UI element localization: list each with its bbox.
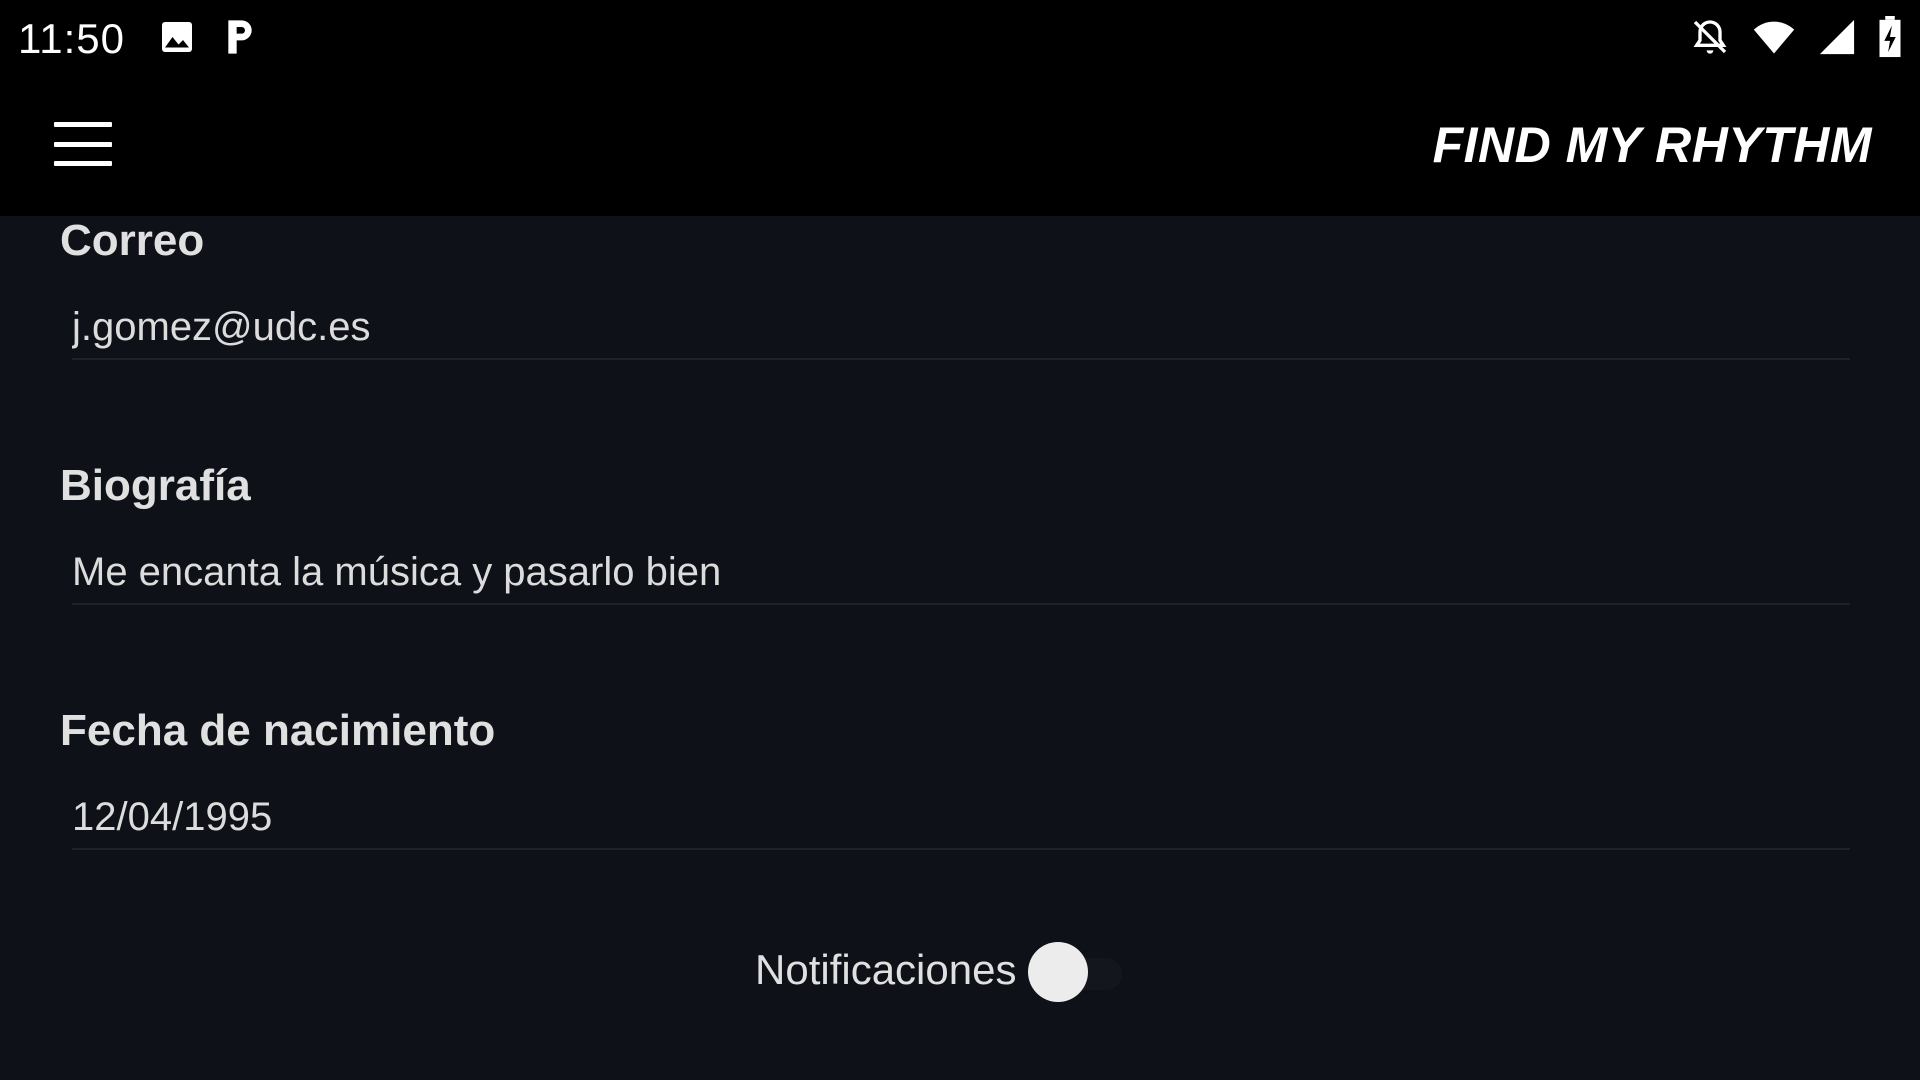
wifi-icon (1752, 18, 1796, 61)
status-right-icons (1690, 15, 1902, 63)
profile-form: Correo Biografía Fecha de nacimiento Not… (0, 216, 1920, 1080)
notifications-toggle[interactable] (1028, 940, 1124, 1002)
parking-p-icon (223, 17, 257, 62)
notifications-off-icon (1690, 17, 1730, 62)
email-label: Correo (60, 216, 205, 265)
bio-field[interactable] (72, 541, 1850, 605)
gallery-icon (159, 19, 195, 60)
status-bar: 11:50 (0, 0, 1920, 78)
app-title: FIND MY RHYTHM (1432, 117, 1872, 173)
hamburger-menu-icon[interactable] (54, 122, 112, 166)
status-left-icons (159, 17, 257, 62)
notifications-row: Notificaciones (755, 940, 1124, 1002)
notifications-label: Notificaciones (755, 946, 1017, 993)
birthdate-label: Fecha de nacimiento (60, 706, 496, 755)
cell-signal-icon (1818, 18, 1856, 61)
birthdate-field[interactable] (72, 786, 1850, 850)
status-time: 11:50 (18, 15, 125, 62)
email-field[interactable] (72, 296, 1850, 360)
bio-label: Biografía (60, 461, 251, 510)
battery-charging-icon (1878, 15, 1902, 63)
app-bar: FIND MY RHYTHM (0, 78, 1920, 216)
toggle-thumb (1028, 942, 1089, 1002)
